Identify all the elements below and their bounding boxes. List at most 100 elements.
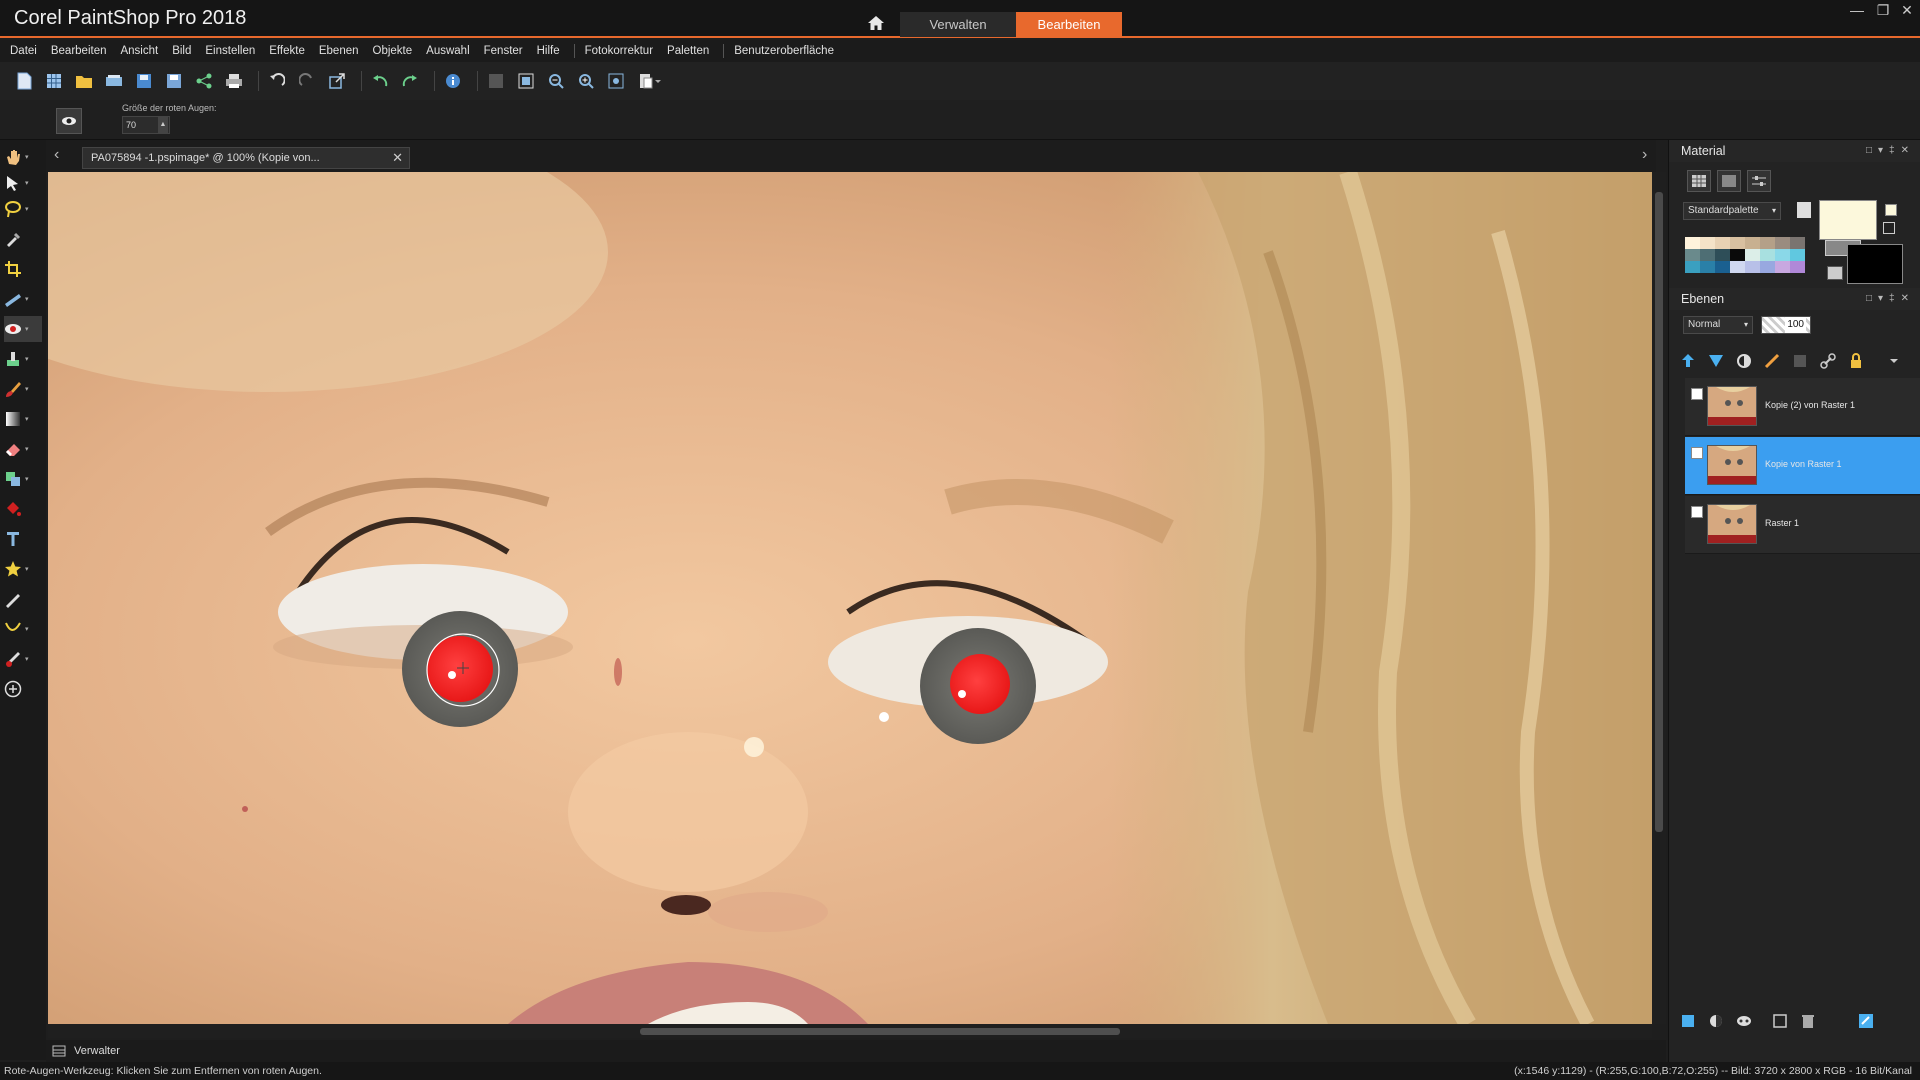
zoom-out-button[interactable] [544,69,568,93]
paint-brush-tool[interactable]: ▾ [4,376,42,402]
vertical-scroll-thumb[interactable] [1655,192,1663,832]
transparent-toggle[interactable] [1827,266,1843,280]
menu-objekte[interactable]: Objekte [373,45,413,57]
retouch-tool[interactable]: ▾ [4,466,42,492]
foreground-color-swatch[interactable] [1819,200,1877,240]
frame-view-button[interactable] [1687,170,1711,192]
tab-verwalten[interactable]: Verwalten [900,12,1016,37]
color-swatch[interactable] [1685,261,1700,273]
undo-button[interactable] [368,69,392,93]
color-swatch[interactable] [1775,237,1790,249]
add-tool-button[interactable] [4,676,42,702]
layer-row[interactable]: Raster 1 [1685,496,1920,554]
clone-tool[interactable]: ▾ [4,346,42,372]
color-swatch[interactable] [1730,249,1745,261]
tab-scroll-left[interactable]: ‹ [54,146,59,164]
vertical-scrollbar[interactable] [1652,172,1666,1024]
color-swatch[interactable] [1760,249,1775,261]
layer-visibility-toggle[interactable] [1691,447,1703,459]
red-eye-preset-button[interactable] [56,108,82,134]
print-button[interactable] [222,69,246,93]
document-tab[interactable]: PA075894 -1.pspimage* @ 100% (Kopie von.… [82,147,410,169]
rainbow-view-button[interactable] [1717,170,1741,192]
image-canvas[interactable] [48,172,1652,1024]
preset-shape-tool[interactable]: ▾ [4,556,42,582]
save-button[interactable] [132,69,156,93]
home-button[interactable] [860,10,892,36]
link-layers-button[interactable] [1817,350,1839,372]
color-swatch[interactable] [1715,249,1730,261]
redo-button[interactable] [398,69,422,93]
slider-view-button[interactable] [1747,170,1771,192]
color-swatch[interactable] [1760,237,1775,249]
color-swatch[interactable] [1730,237,1745,249]
color-swatch[interactable] [1715,261,1730,273]
new-raster-layer-button[interactable] [1677,350,1699,372]
pen-tool[interactable] [4,586,42,612]
rotate-right-button[interactable] [295,69,319,93]
fit-image-button[interactable] [514,69,538,93]
adjustment-menu-button[interactable] [1705,1010,1727,1032]
layer-properties-button[interactable] [1855,1010,1877,1032]
layer-visibility-toggle[interactable] [1691,388,1703,400]
open-button[interactable] [72,69,96,93]
horizontal-scrollbar[interactable] [48,1024,1652,1038]
color-swatch[interactable] [1790,261,1805,273]
mask-menu-button[interactable] [1733,1010,1755,1032]
color-swatch[interactable] [1715,237,1730,249]
color-swatch[interactable] [1775,249,1790,261]
panel-controls[interactable]: □▾‡✕ [1866,288,1915,310]
fit-window-button[interactable] [484,69,508,93]
menu-bild[interactable]: Bild [172,45,191,57]
background-color-swatch[interactable] [1847,244,1903,284]
menu-paletten[interactable]: Paletten [667,45,709,57]
new-layer-menu-button[interactable] [1677,1010,1699,1032]
eraser-tool[interactable]: ▾ [4,436,42,462]
crop-tool[interactable] [4,256,42,282]
rotate-left-button[interactable] [265,69,289,93]
color-swatch[interactable] [1700,249,1715,261]
menu-effekte[interactable]: Effekte [269,45,305,57]
color-swatch[interactable] [1700,237,1715,249]
color-swatch[interactable] [1790,237,1805,249]
scan-button[interactable] [102,69,126,93]
close-document-icon[interactable]: ✕ [392,148,403,168]
lock-layer-button[interactable] [1845,350,1867,372]
layer-row-selected[interactable]: Kopie von Raster 1 [1685,437,1920,495]
color-swatch[interactable] [1745,237,1760,249]
menu-fotokorrektur[interactable]: Fotokorrektur [585,45,653,57]
menu-hilfe[interactable]: Hilfe [537,45,560,57]
new-button[interactable] [12,69,36,93]
menu-ebenen[interactable]: Ebenen [319,45,359,57]
color-swatch[interactable] [1730,261,1745,273]
menu-datei[interactable]: Datei [10,45,37,57]
image-info-button[interactable] [441,69,465,93]
new-vector-layer-button[interactable] [1705,350,1727,372]
color-swatch[interactable] [1760,261,1775,273]
red-eye-tool[interactable]: ▾ [4,316,42,342]
gradient-tool[interactable]: ▾ [4,406,42,432]
share-button[interactable] [192,69,216,93]
delete-layer-button[interactable] [1797,1010,1819,1032]
menu-auswahl[interactable]: Auswahl [426,45,469,57]
resize-button[interactable] [325,69,349,93]
menu-einstellen[interactable]: Einstellen [205,45,255,57]
panel-controls[interactable]: □▾‡✕ [1866,140,1915,162]
minimize-button[interactable]: — [1846,2,1868,18]
grid-button[interactable] [42,69,66,93]
color-swatch[interactable] [1700,261,1715,273]
color-swatch[interactable] [1685,237,1700,249]
dropper-tool[interactable] [4,226,42,252]
color-swatch[interactable] [1775,261,1790,273]
zoom-100-button[interactable] [604,69,628,93]
adjustment-layer-button[interactable] [1733,350,1755,372]
blend-mode-select[interactable]: Normal ▾ [1683,316,1753,334]
lasso-tool[interactable]: ▾ [4,196,42,222]
fill-tool[interactable] [4,496,42,522]
color-swatch[interactable] [1790,249,1805,261]
group-layer-button[interactable] [1789,350,1811,372]
red-eye-size-spinner[interactable]: ▲ [158,117,168,133]
maximize-button[interactable]: ❐ [1872,2,1894,19]
save-as-button[interactable] [162,69,186,93]
palette-menu-button[interactable] [1797,202,1811,218]
